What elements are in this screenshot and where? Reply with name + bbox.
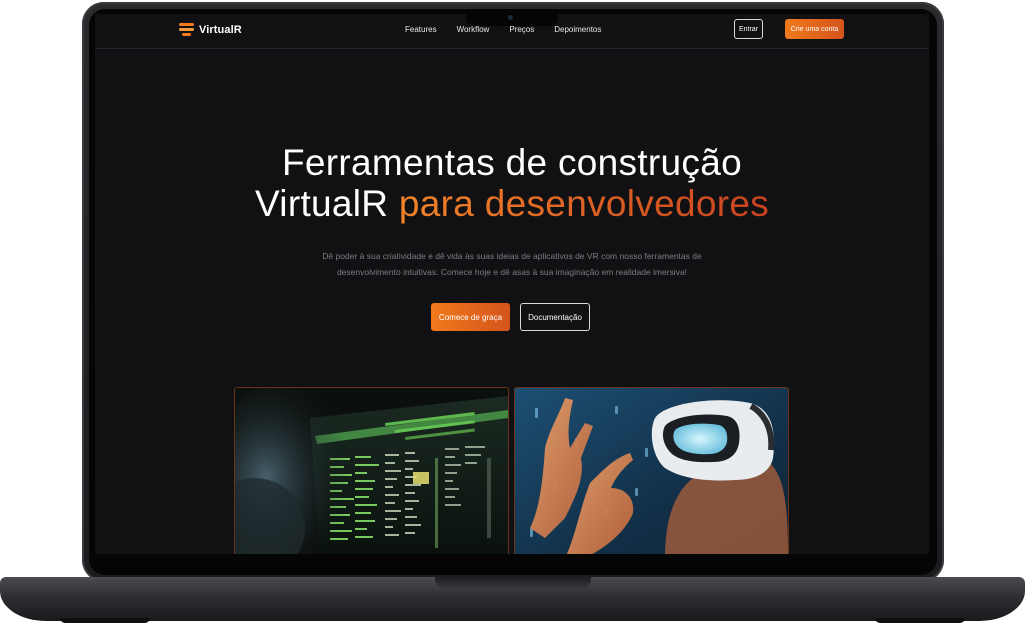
brand-name: VirtualR (199, 23, 242, 36)
laptop-foot-left (60, 618, 150, 623)
stacked-bars-logo-icon (179, 23, 194, 36)
vr-headset-illustration (515, 388, 788, 554)
hero-title-line2-plain: VirtualR (255, 183, 399, 224)
documentation-button[interactable]: Documentação (520, 303, 590, 331)
start-free-button[interactable]: Comece de graça (431, 303, 510, 331)
browser-viewport: VirtualR Features Workflow Preços Depoim… (95, 14, 929, 554)
hero-title-line2-accent: para desenvolvedores (398, 183, 769, 224)
hero-title: Ferramentas de construção VirtualR para … (95, 142, 929, 224)
vr-headset-image (514, 387, 789, 554)
login-button[interactable]: Entrar (734, 19, 763, 39)
hero-subtitle: Dê poder à sua criatividade e dê vida às… (322, 251, 702, 277)
code-editor-image (234, 387, 509, 554)
nav-link-pricing[interactable]: Preços (509, 25, 534, 34)
brand-logo[interactable]: VirtualR (179, 23, 242, 36)
camera-notch (466, 12, 558, 26)
nav-link-features[interactable]: Features (405, 25, 437, 34)
laptop-hinge-notch (435, 577, 591, 589)
nav-links: Features Workflow Preços Depoimentos (405, 25, 601, 34)
signup-button[interactable]: Crie uma conta (785, 19, 844, 39)
nav-link-testimonials[interactable]: Depoimentos (554, 25, 601, 34)
camera-icon (508, 15, 513, 20)
code-editor-illustration (235, 388, 508, 554)
laptop-foot-right (875, 618, 965, 623)
hero-title-line1: Ferramentas de construção (282, 142, 742, 183)
nav-link-workflow[interactable]: Workflow (457, 25, 490, 34)
